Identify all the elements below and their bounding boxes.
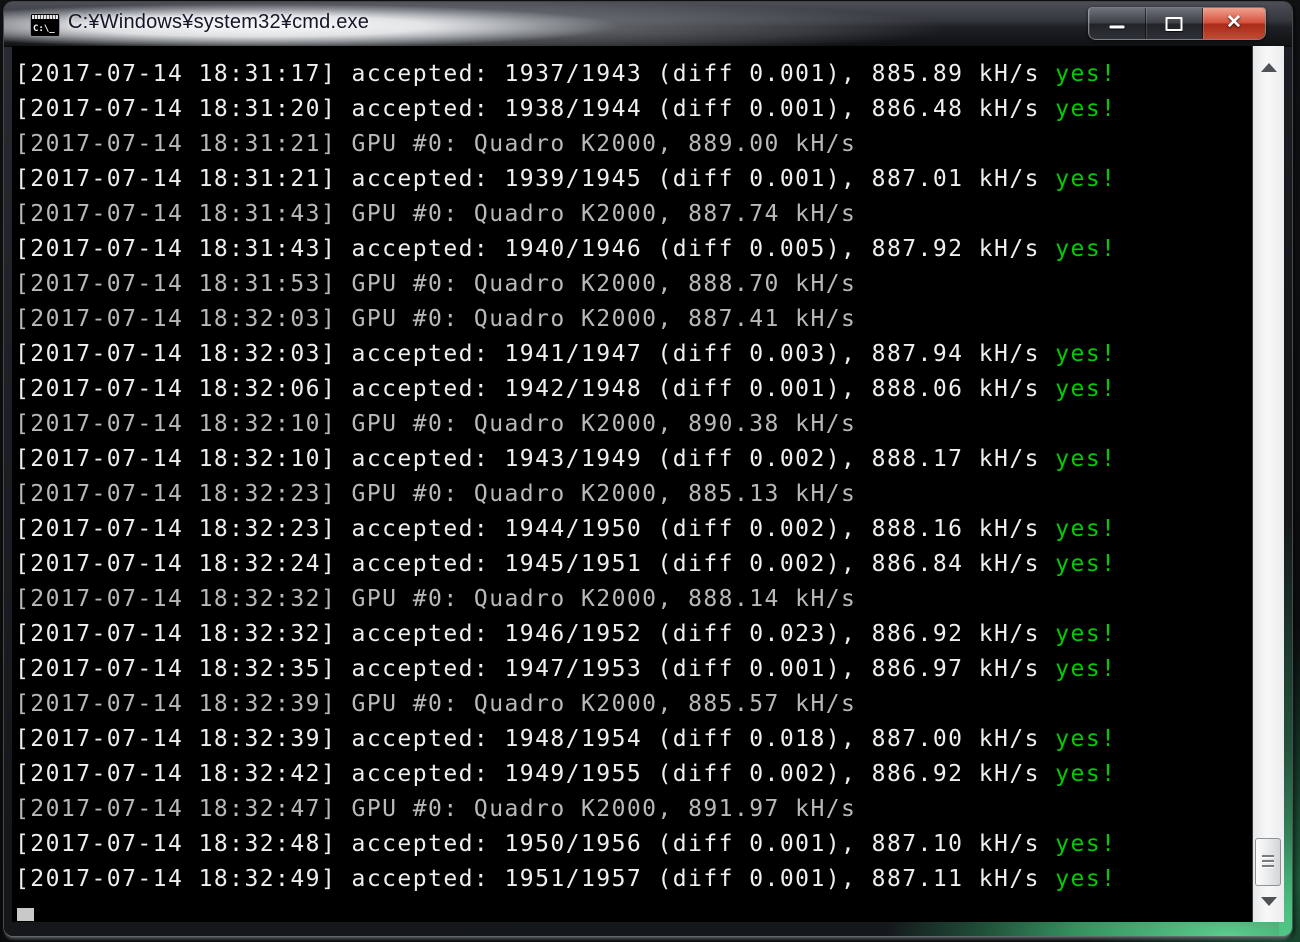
success-label: yes! bbox=[1055, 96, 1117, 122]
log-line-accepted: [2017-07-14 18:32:06] accepted: 1942/194… bbox=[15, 376, 1117, 402]
success-label: yes! bbox=[1055, 341, 1117, 367]
log-line-gpu: [2017-07-14 18:32:47] GPU #0: Quadro K20… bbox=[15, 796, 857, 822]
success-label: yes! bbox=[1055, 446, 1117, 472]
log-line-gpu: [2017-07-14 18:31:53] GPU #0: Quadro K20… bbox=[15, 271, 857, 297]
close-icon: ✕ bbox=[1226, 12, 1242, 33]
close-button[interactable]: ✕ bbox=[1203, 8, 1265, 39]
arrow-up-icon bbox=[1260, 62, 1277, 72]
scrollbar-grip-icon bbox=[1262, 855, 1274, 869]
log-line-accepted: [2017-07-14 18:32:23] accepted: 1944/195… bbox=[15, 516, 1117, 542]
cmd-icon-titlestrip bbox=[32, 15, 58, 19]
log-line-accepted: [2017-07-14 18:32:42] accepted: 1949/195… bbox=[15, 761, 1117, 787]
log-line-gpu: [2017-07-14 18:31:43] GPU #0: Quadro K20… bbox=[15, 201, 857, 227]
console-output[interactable]: [2017-07-14 18:31:17] accepted: 1937/194… bbox=[12, 46, 1284, 922]
success-label: yes! bbox=[1055, 831, 1117, 857]
success-label: yes! bbox=[1055, 516, 1117, 542]
cmd-icon: C:\_ bbox=[30, 13, 60, 37]
success-label: yes! bbox=[1055, 656, 1117, 682]
log-line-accepted: [2017-07-14 18:32:49] accepted: 1951/195… bbox=[15, 866, 1117, 892]
success-label: yes! bbox=[1055, 761, 1117, 787]
window-title: C:¥Windows¥system32¥cmd.exe bbox=[68, 11, 370, 33]
success-label: yes! bbox=[1055, 166, 1117, 192]
maximize-button[interactable] bbox=[1146, 8, 1203, 39]
minimize-button[interactable] bbox=[1089, 8, 1146, 39]
log-line-gpu: [2017-07-14 18:32:03] GPU #0: Quadro K20… bbox=[15, 306, 857, 332]
cmd-window: C:\_ C:¥Windows¥system32¥cmd.exe ✕ [2017… bbox=[4, 2, 1292, 936]
log-line-accepted: [2017-07-14 18:31:21] accepted: 1939/194… bbox=[15, 166, 1117, 192]
window-controls: ✕ bbox=[1088, 7, 1266, 40]
scroll-up-button[interactable] bbox=[1253, 48, 1284, 86]
success-label: yes! bbox=[1055, 61, 1117, 87]
success-label: yes! bbox=[1055, 726, 1117, 752]
scrollbar[interactable] bbox=[1252, 46, 1284, 922]
log-line-gpu: [2017-07-14 18:31:21] GPU #0: Quadro K20… bbox=[15, 131, 857, 157]
success-label: yes! bbox=[1055, 551, 1117, 577]
title-bar[interactable]: C:\_ C:¥Windows¥system32¥cmd.exe ✕ bbox=[4, 2, 1292, 47]
log-line-accepted: [2017-07-14 18:32:24] accepted: 1945/195… bbox=[15, 551, 1117, 577]
success-label: yes! bbox=[1055, 376, 1117, 402]
text-cursor bbox=[17, 908, 34, 921]
log-line-gpu: [2017-07-14 18:32:10] GPU #0: Quadro K20… bbox=[15, 411, 857, 437]
log-line-accepted: [2017-07-14 18:32:03] accepted: 1941/194… bbox=[15, 341, 1117, 367]
arrow-down-icon bbox=[1260, 896, 1277, 906]
success-label: yes! bbox=[1055, 236, 1117, 262]
scroll-down-button[interactable] bbox=[1253, 884, 1284, 918]
log-line-accepted: [2017-07-14 18:31:17] accepted: 1937/194… bbox=[15, 61, 1117, 87]
success-label: yes! bbox=[1055, 866, 1117, 892]
log-line-accepted: [2017-07-14 18:32:10] accepted: 1943/194… bbox=[15, 446, 1117, 472]
log-line-accepted: [2017-07-14 18:32:48] accepted: 1950/195… bbox=[15, 831, 1117, 857]
maximize-icon bbox=[1165, 17, 1183, 32]
log-line-accepted: [2017-07-14 18:32:39] accepted: 1948/195… bbox=[15, 726, 1117, 752]
log-line-gpu: [2017-07-14 18:32:23] GPU #0: Quadro K20… bbox=[15, 481, 857, 507]
log-line-accepted: [2017-07-14 18:31:43] accepted: 1940/194… bbox=[15, 236, 1117, 262]
log-line-accepted: [2017-07-14 18:32:32] accepted: 1946/195… bbox=[15, 621, 1117, 647]
success-label: yes! bbox=[1055, 621, 1117, 647]
cmd-icon-prompt: C:\_ bbox=[33, 24, 55, 34]
minimize-icon bbox=[1109, 25, 1125, 29]
log-line-accepted: [2017-07-14 18:32:35] accepted: 1947/195… bbox=[15, 656, 1117, 682]
log-lines: [2017-07-14 18:31:17] accepted: 1937/194… bbox=[15, 57, 1116, 897]
log-line-gpu: [2017-07-14 18:32:32] GPU #0: Quadro K20… bbox=[15, 586, 857, 612]
scrollbar-thumb[interactable] bbox=[1255, 838, 1281, 886]
log-line-gpu: [2017-07-14 18:32:39] GPU #0: Quadro K20… bbox=[15, 691, 857, 717]
log-line-accepted: [2017-07-14 18:31:20] accepted: 1938/194… bbox=[15, 96, 1117, 122]
